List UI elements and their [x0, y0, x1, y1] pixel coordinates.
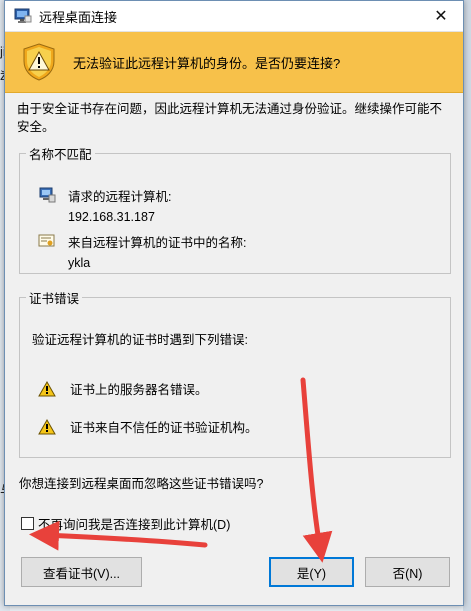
group-legend: 证书错误 — [29, 292, 80, 306]
warning-shield-icon — [22, 43, 56, 81]
requested-computer-label: 请求的远程计算机: — [68, 190, 172, 204]
dont-ask-again-checkbox-row[interactable]: 不再询问我是否连接到此计算机(D) — [21, 514, 230, 533]
certificate-errors-group: 证书错误 验证远程计算机的证书时遇到下列错误: 证书上的服务器名错误。 证书来自… — [19, 288, 451, 458]
close-button[interactable]: ✕ — [419, 1, 463, 31]
banner-message: 无法验证此远程计算机的身份。是否仍要连接? — [73, 55, 341, 71]
computer-icon — [38, 187, 56, 203]
yes-button[interactable]: 是(Y) — [269, 557, 354, 587]
certificate-error-text: 证书来自不信任的证书验证机构。 — [70, 421, 258, 435]
background-right-strip — [463, 0, 471, 611]
dialog-title: 远程桌面连接 — [39, 9, 118, 25]
group-legend: 名称不匹配 — [29, 148, 92, 162]
intro-text: 由于安全证书存在问题，因此远程计算机无法通过身份验证。继续操作可能不安全。 — [17, 102, 443, 134]
requested-computer-row: 请求的远程计算机: 192.168.31.187 — [38, 187, 171, 227]
certificate-error-item: 证书上的服务器名错误。 — [38, 379, 208, 398]
warning-icon — [38, 418, 56, 435]
name-mismatch-group: 名称不匹配 请求的远程计算机: 192.168.31.187 来自远程计算机的证… — [19, 144, 451, 274]
warning-banner: 无法验证此远程计算机的身份。是否仍要连接? — [5, 32, 463, 93]
certificate-name-row: 来自远程计算机的证书中的名称: ykla — [38, 233, 246, 273]
view-certificate-button[interactable]: 查看证书(V)... — [21, 557, 142, 587]
remote-desktop-icon — [14, 7, 32, 25]
requested-computer-value: 192.168.31.187 — [68, 210, 155, 224]
certificate-error-text: 证书上的服务器名错误。 — [70, 383, 208, 397]
warning-icon — [38, 380, 56, 397]
no-button[interactable]: 否(N) — [365, 557, 450, 587]
dont-ask-again-checkbox[interactable] — [21, 517, 34, 530]
certificate-name-value: ykla — [68, 256, 91, 270]
certificate-error-item: 证书来自不信任的证书验证机构。 — [38, 417, 258, 436]
confirm-question: 你想连接到远程桌面而忽略这些证书错误吗? — [19, 477, 264, 491]
certificate-name-label: 来自远程计算机的证书中的名称: — [68, 236, 247, 250]
dont-ask-again-label[interactable]: 不再询问我是否连接到此计算机(D) — [38, 514, 230, 533]
remote-desktop-dialog: 远程桌面连接 ✕ 无法验证此远程计算机的身份。是否仍要连接? 由于安全证书存在问… — [4, 0, 464, 606]
certificate-errors-intro: 验证远程计算机的证书时遇到下列错误: — [32, 333, 248, 347]
certificate-icon — [38, 233, 56, 249]
title-bar: 远程桌面连接 ✕ — [5, 1, 463, 32]
